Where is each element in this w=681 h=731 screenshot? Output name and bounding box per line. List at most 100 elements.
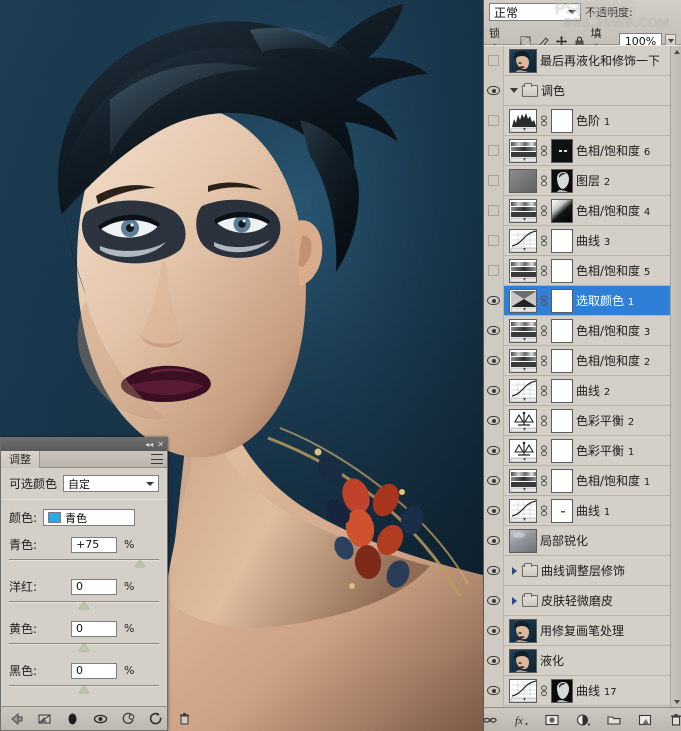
layer-visibility-toggle-off[interactable] bbox=[484, 46, 504, 76]
layer-visibility-toggle-on[interactable] bbox=[484, 76, 504, 106]
layer-row[interactable]: 曲线 1 bbox=[484, 496, 671, 526]
slider-value-field[interactable]: +75 bbox=[71, 537, 117, 553]
layer-row[interactable]: 曲线 17 bbox=[484, 676, 671, 706]
delete-adjustment-icon[interactable] bbox=[177, 711, 192, 727]
layer-row[interactable]: 色阶 1 bbox=[484, 106, 671, 136]
layer-thumbnail[interactable] bbox=[509, 469, 537, 493]
layer-row[interactable]: 曲线调整层修饰 bbox=[484, 556, 671, 586]
layer-row[interactable]: 色彩平衡 1 bbox=[484, 436, 671, 466]
new-adjustment-layer-icon[interactable] bbox=[575, 712, 591, 728]
chevron-right-icon[interactable] bbox=[509, 597, 519, 605]
layer-row[interactable]: 色相/饱和度 2 bbox=[484, 346, 671, 376]
reset-icon[interactable] bbox=[149, 711, 164, 727]
layer-row[interactable]: 局部锐化 bbox=[484, 526, 671, 556]
layer-row[interactable]: 图层 2 bbox=[484, 166, 671, 196]
layer-visibility-toggle-on[interactable] bbox=[484, 646, 504, 676]
layer-thumbnail[interactable] bbox=[509, 529, 537, 553]
layers-panel[interactable]: 正常 不透明度: 锁定: 填充 bbox=[483, 0, 681, 731]
slider-value-field[interactable]: 0 bbox=[71, 663, 117, 679]
view-previous-state-icon[interactable] bbox=[121, 711, 136, 727]
layer-visibility-toggle-on[interactable] bbox=[484, 586, 504, 616]
collapse-panel-icon[interactable]: ◂◂ bbox=[145, 441, 153, 449]
layer-visibility-toggle-on[interactable] bbox=[484, 616, 504, 646]
slider-track-wrap[interactable] bbox=[9, 598, 159, 610]
toggle-layer-visibility-icon[interactable] bbox=[65, 711, 80, 727]
mask-link-icon[interactable] bbox=[540, 199, 548, 223]
mask-link-icon[interactable] bbox=[540, 229, 548, 253]
layer-row[interactable]: 色相/饱和度 6 bbox=[484, 136, 671, 166]
layer-visibility-toggle-on[interactable] bbox=[484, 316, 504, 346]
layer-thumbnail[interactable] bbox=[509, 139, 537, 163]
layer-visibility-toggle-on[interactable] bbox=[484, 496, 504, 526]
slider-value-field[interactable]: 0 bbox=[71, 621, 117, 637]
layer-mask-thumbnail[interactable] bbox=[551, 319, 573, 343]
layer-mask-thumbnail[interactable] bbox=[551, 499, 573, 523]
layer-visibility-toggle-on[interactable] bbox=[484, 526, 504, 556]
scroll-down-icon[interactable] bbox=[671, 696, 681, 707]
layer-mask-thumbnail[interactable] bbox=[551, 169, 573, 193]
layer-mask-thumbnail[interactable] bbox=[551, 199, 573, 223]
mask-link-icon[interactable] bbox=[540, 409, 548, 433]
layer-thumbnail[interactable] bbox=[509, 409, 537, 433]
chevron-down-icon[interactable] bbox=[509, 88, 519, 93]
layer-visibility-toggle-off[interactable] bbox=[484, 166, 504, 196]
layers-scrollbar[interactable] bbox=[670, 46, 681, 707]
preset-select[interactable]: 自定 bbox=[63, 475, 159, 492]
layer-visibility-toggle-on[interactable] bbox=[484, 286, 504, 316]
mask-link-icon[interactable] bbox=[540, 259, 548, 283]
mask-link-icon[interactable] bbox=[540, 169, 548, 193]
layer-thumbnail[interactable] bbox=[509, 229, 537, 253]
delete-layer-icon[interactable] bbox=[668, 712, 681, 728]
layer-mask-thumbnail[interactable] bbox=[551, 469, 573, 493]
layer-visibility-toggle-on[interactable] bbox=[484, 676, 504, 706]
layer-thumbnail[interactable] bbox=[509, 259, 537, 283]
mask-link-icon[interactable] bbox=[540, 109, 548, 133]
mask-link-icon[interactable] bbox=[540, 439, 548, 463]
new-group-icon[interactable] bbox=[606, 712, 622, 728]
layer-mask-thumbnail[interactable] bbox=[551, 409, 573, 433]
layer-visibility-toggle-off[interactable] bbox=[484, 136, 504, 166]
layer-visibility-toggle-on[interactable] bbox=[484, 706, 504, 708]
layer-row[interactable]: 曲线 2 bbox=[484, 376, 671, 406]
layer-row[interactable]: 选取颜色 1 bbox=[484, 286, 671, 316]
layer-mask-thumbnail[interactable] bbox=[551, 379, 573, 403]
layer-thumbnail[interactable] bbox=[509, 649, 537, 673]
layer-row[interactable]: 曲线 3 bbox=[484, 226, 671, 256]
layer-thumbnail[interactable] bbox=[509, 49, 537, 73]
tab-adjustments[interactable]: 调整 bbox=[1, 451, 40, 468]
layer-visibility-toggle-on[interactable] bbox=[484, 556, 504, 586]
layer-visibility-toggle-on[interactable] bbox=[484, 466, 504, 496]
layer-thumbnail[interactable] bbox=[509, 679, 537, 703]
layer-row[interactable]: 色相/饱和度 5 bbox=[484, 256, 671, 286]
slider-track-wrap[interactable] bbox=[9, 640, 159, 652]
layer-mask-thumbnail[interactable] bbox=[551, 139, 573, 163]
layer-thumbnail[interactable] bbox=[509, 619, 537, 643]
layer-visibility-toggle-on[interactable] bbox=[484, 436, 504, 466]
clip-to-layer-icon[interactable] bbox=[37, 711, 52, 727]
slider-thumb[interactable] bbox=[79, 644, 89, 651]
layer-mask-thumbnail[interactable] bbox=[551, 109, 573, 133]
preview-eye-icon[interactable] bbox=[93, 711, 108, 727]
mask-link-icon[interactable] bbox=[540, 469, 548, 493]
close-panel-icon[interactable]: ✕ bbox=[157, 441, 164, 449]
slider-track-wrap[interactable] bbox=[9, 556, 159, 568]
layer-visibility-toggle-off[interactable] bbox=[484, 226, 504, 256]
layer-row[interactable]: 用修复画笔处理 bbox=[484, 616, 671, 646]
layer-visibility-toggle-off[interactable] bbox=[484, 256, 504, 286]
adjustments-footer-toolbar[interactable] bbox=[1, 706, 167, 730]
layer-thumbnail[interactable] bbox=[509, 199, 537, 223]
layer-thumbnail[interactable] bbox=[509, 169, 537, 193]
layer-thumbnail[interactable] bbox=[509, 319, 537, 343]
mask-link-icon[interactable] bbox=[540, 289, 548, 313]
layer-mask-thumbnail[interactable] bbox=[551, 439, 573, 463]
slider-thumb[interactable] bbox=[79, 602, 89, 609]
mask-link-icon[interactable] bbox=[540, 679, 548, 703]
layer-thumbnail[interactable] bbox=[509, 289, 537, 313]
layer-visibility-toggle-off[interactable] bbox=[484, 196, 504, 226]
layer-mask-thumbnail[interactable] bbox=[551, 679, 573, 703]
adjustments-tab-row[interactable]: 调整 bbox=[1, 451, 167, 468]
layer-thumbnail[interactable] bbox=[509, 379, 537, 403]
mask-link-icon[interactable] bbox=[540, 349, 548, 373]
adjustments-panel-titlebar[interactable]: ◂◂ ✕ bbox=[1, 438, 167, 451]
layer-visibility-toggle-on[interactable] bbox=[484, 376, 504, 406]
